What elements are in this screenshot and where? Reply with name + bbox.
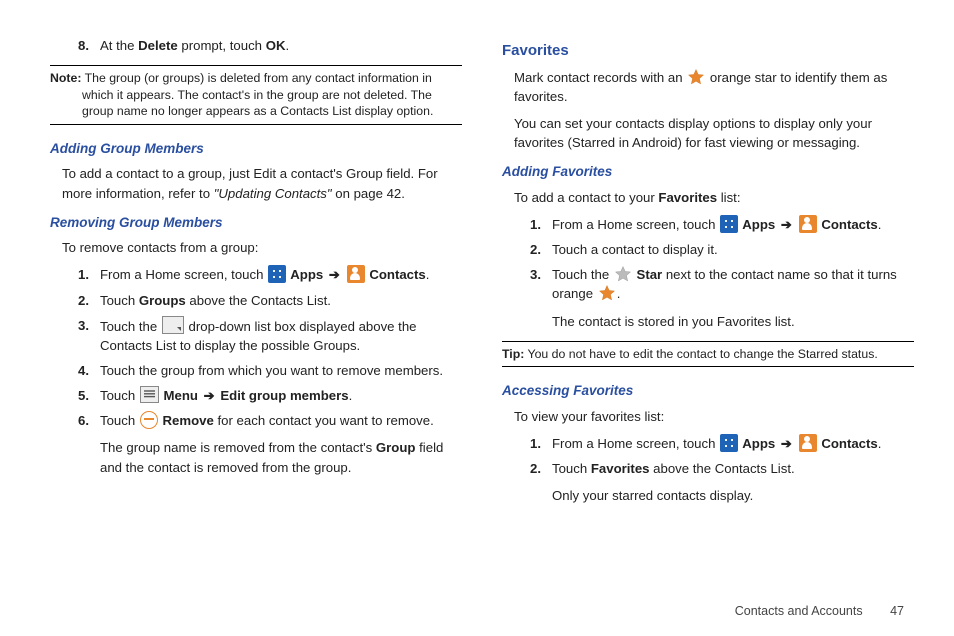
remove-icon <box>140 411 158 429</box>
contacts-icon <box>799 215 817 233</box>
star-grey-icon <box>614 265 632 283</box>
rem-step-4: 4. Touch the group from which you want t… <box>78 361 462 380</box>
heading-adding-favorites: Adding Favorites <box>502 162 914 182</box>
apps-icon <box>268 265 286 283</box>
step-8: 8. At the Delete prompt, touch OK. <box>78 36 462 55</box>
addfav-step-1: 1. From a Home screen, touch Apps ➔ Cont… <box>530 215 914 234</box>
contacts-icon <box>347 265 365 283</box>
addfav-step-2: 2. Touch a contact to display it. <box>530 240 914 259</box>
right-column: Favorites Mark contact records with an o… <box>502 30 914 590</box>
heading-favorites: Favorites <box>502 40 914 62</box>
apps-icon <box>720 215 738 233</box>
menu-icon <box>140 386 159 403</box>
rem-step-3: 3. Touch the drop-down list box displaye… <box>78 316 462 355</box>
footer-section: Contacts and Accounts <box>735 604 863 618</box>
accessing-intro: To view your favorites list: <box>514 407 914 426</box>
apps-icon <box>720 434 738 452</box>
rem-step-5: 5. Touch Menu ➔ Edit group members. <box>78 386 462 405</box>
dropdown-icon <box>162 316 184 334</box>
heading-removing-group-members: Removing Group Members <box>50 213 462 233</box>
contacts-icon <box>799 434 817 452</box>
adding-favorites-intro: To add a contact to your Favorites list: <box>514 188 914 207</box>
removing-paragraph: To remove contacts from a group: <box>62 238 462 257</box>
note-box: Note: The group (or groups) is deleted f… <box>50 65 462 125</box>
acc-step-1: 1. From a Home screen, touch Apps ➔ Cont… <box>530 434 914 453</box>
addfav-step-3: 3. Touch the Star next to the contact na… <box>530 265 914 330</box>
favorites-paragraph-1: Mark contact records with an orange star… <box>514 68 914 106</box>
favorites-paragraph-2: You can set your contacts display option… <box>514 114 914 152</box>
star-orange-icon <box>687 68 705 86</box>
heading-accessing-favorites: Accessing Favorites <box>502 381 914 401</box>
tip-box: Tip: You do not have to edit the contact… <box>502 341 914 368</box>
left-column: 8. At the Delete prompt, touch OK. Note:… <box>50 30 462 590</box>
rem-step-6: 6. Touch Remove for each contact you wan… <box>78 411 462 476</box>
adding-paragraph: To add a contact to a group, just Edit a… <box>62 164 462 202</box>
heading-adding-group-members: Adding Group Members <box>50 139 462 159</box>
page-footer: Contacts and Accounts 47 <box>735 602 904 620</box>
rem-step-2: 2. Touch Groups above the Contacts List. <box>78 291 462 310</box>
page-number: 47 <box>890 604 904 618</box>
rem-step-1: 1. From a Home screen, touch Apps ➔ Cont… <box>78 265 462 284</box>
star-orange-icon <box>598 284 616 302</box>
acc-step-2: 2. Touch Favorites above the Contacts Li… <box>530 459 914 505</box>
